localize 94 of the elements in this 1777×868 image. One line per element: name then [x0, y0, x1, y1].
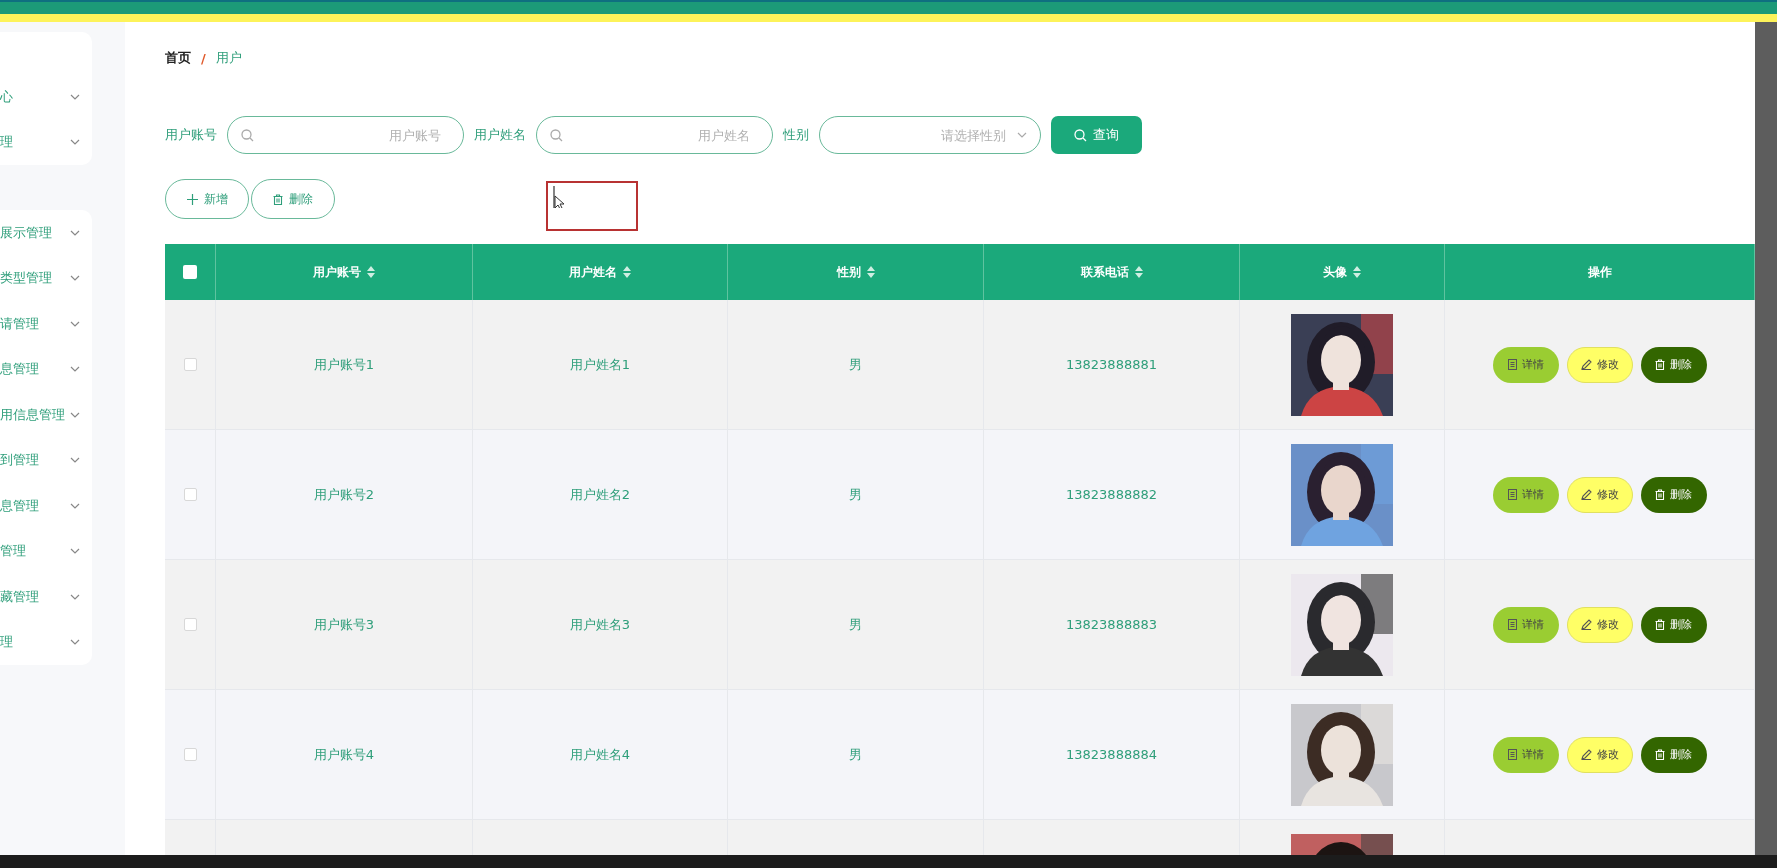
trash-icon — [1655, 359, 1665, 370]
table-cell: 用户姓名2 — [569, 485, 631, 504]
trash-icon — [1655, 749, 1665, 760]
select-field[interactable]: 请选择性别 — [819, 116, 1041, 154]
field-label: 性别 — [783, 126, 809, 144]
document-icon — [1507, 619, 1517, 630]
row-checkbox[interactable] — [183, 748, 197, 761]
table-cell: 13823888881 — [1066, 357, 1157, 372]
chevron-down-icon — [1017, 132, 1027, 138]
table-cell: 男 — [849, 615, 862, 634]
sidebar-item[interactable]: 请管理 — [0, 301, 92, 347]
table-cell: 男 — [849, 485, 862, 504]
breadcrumb-item[interactable]: 首页 — [165, 49, 191, 67]
detail-button[interactable]: 详情 — [1492, 346, 1559, 383]
edit-button[interactable]: 修改 — [1566, 476, 1633, 513]
breadcrumb-item[interactable]: 用户 — [215, 49, 242, 67]
trash-icon — [1655, 489, 1665, 500]
sidebar-item[interactable]: 管理 — [0, 528, 92, 574]
table-cell: 用户姓名1 — [569, 355, 631, 374]
detail-button[interactable]: 详情 — [1492, 476, 1559, 513]
column-header[interactable]: 操作 — [1587, 263, 1612, 281]
sidebar-item[interactable]: 类型管理 — [0, 255, 92, 301]
chevron-down-icon — [70, 639, 80, 646]
table-cell: 用户账号3 — [313, 615, 375, 634]
trash-icon — [1655, 619, 1665, 630]
delete-button[interactable]: 删除 — [1640, 736, 1707, 773]
detail-button[interactable]: 详情 — [1492, 736, 1559, 773]
delete-button[interactable]: 删除 — [251, 179, 335, 219]
field-label: 用户账号 — [165, 126, 217, 144]
document-icon — [1507, 749, 1517, 760]
sidebar-item[interactable]: 理 — [0, 619, 92, 665]
sidebar-item[interactable]: 藏管理 — [0, 574, 92, 620]
sidebar-item[interactable]: 到管理 — [0, 437, 92, 483]
search-field[interactable]: 用户账号 — [227, 116, 464, 154]
search-button[interactable]: 查询 — [1051, 116, 1142, 154]
chevron-down-icon — [70, 275, 80, 282]
table-cell: 用户姓名4 — [569, 745, 631, 764]
search-icon — [241, 129, 254, 142]
breadcrumb-separator: / — [201, 50, 206, 66]
chevron-down-icon — [70, 366, 80, 373]
pencil-icon — [1580, 749, 1592, 760]
delete-button[interactable]: 删除 — [1640, 476, 1707, 513]
edit-button[interactable]: 修改 — [1566, 346, 1633, 383]
chevron-down-icon — [70, 229, 80, 236]
search-icon — [550, 129, 563, 142]
row-checkbox[interactable] — [183, 618, 197, 631]
document-icon — [1507, 489, 1517, 500]
column-header[interactable]: 性别 — [836, 263, 861, 281]
trash-icon — [273, 193, 283, 205]
table-cell: 13823888882 — [1066, 487, 1157, 502]
sidebar-item[interactable]: 用信息管理 — [0, 392, 92, 438]
chevron-down-icon — [70, 139, 80, 146]
sidebar-item[interactable]: 息管理 — [0, 346, 92, 392]
search-field[interactable]: 用户姓名 — [536, 116, 773, 154]
chevron-down-icon — [70, 502, 80, 509]
sidebar-item[interactable]: 展示管理 — [0, 210, 92, 256]
add-button[interactable]: 新增 — [165, 179, 249, 219]
table-cell: 用户账号4 — [313, 745, 375, 764]
cursor-icon — [553, 186, 565, 208]
table-cell: 13823888883 — [1066, 617, 1157, 632]
chevron-down-icon — [70, 93, 80, 100]
edit-button[interactable]: 修改 — [1566, 606, 1633, 643]
sidebar-item[interactable]: 理 — [0, 119, 92, 165]
chevron-down-icon — [70, 457, 80, 464]
delete-button[interactable]: 删除 — [1640, 606, 1707, 643]
plus-icon — [186, 193, 198, 205]
detail-button[interactable]: 详情 — [1492, 606, 1559, 643]
table-cell: 男 — [849, 355, 862, 374]
select-all-checkbox[interactable] — [183, 265, 197, 279]
column-header[interactable]: 头像 — [1323, 263, 1347, 281]
chevron-down-icon — [70, 320, 80, 327]
column-header[interactable]: 用户姓名 — [569, 263, 617, 281]
edit-button[interactable]: 修改 — [1566, 736, 1633, 773]
pencil-icon — [1580, 489, 1592, 500]
delete-button[interactable]: 删除 — [1640, 346, 1707, 383]
sidebar-item[interactable]: 心 — [0, 74, 92, 120]
chevron-down-icon — [70, 548, 80, 555]
table-cell: 男 — [849, 745, 862, 764]
table-cell: 13823888884 — [1066, 747, 1157, 762]
row-checkbox[interactable] — [183, 358, 197, 371]
chevron-down-icon — [70, 593, 80, 600]
sidebar-item[interactable]: 息管理 — [0, 483, 92, 529]
table-cell: 用户账号1 — [313, 355, 375, 374]
row-checkbox[interactable] — [183, 488, 197, 501]
chevron-down-icon — [70, 411, 80, 418]
document-icon — [1507, 359, 1517, 370]
search-icon — [1074, 128, 1087, 142]
table-cell: 用户姓名3 — [569, 615, 631, 634]
column-header[interactable]: 联系电话 — [1080, 263, 1129, 281]
pencil-icon — [1580, 359, 1592, 370]
field-label: 用户姓名 — [474, 126, 526, 144]
table-cell: 用户账号2 — [313, 485, 375, 504]
pencil-icon — [1580, 619, 1592, 630]
column-header[interactable]: 用户账号 — [313, 263, 361, 281]
